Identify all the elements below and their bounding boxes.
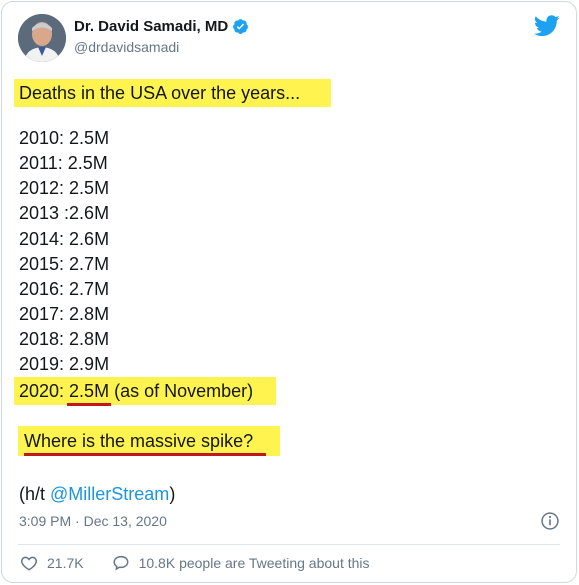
author-name[interactable]: Dr. David Samadi, MD [74, 18, 228, 35]
final-year-value: 2.5M [67, 381, 112, 406]
info-icon[interactable] [540, 511, 560, 531]
year-line-2011: 2011: 2.5M [19, 153, 108, 173]
verified-badge-icon [233, 19, 249, 34]
year-line-2016: 2016: 2.7M [19, 279, 110, 299]
avatar[interactable] [18, 14, 66, 62]
heart-icon [21, 556, 37, 571]
author-handle[interactable]: @drdavidsamadi [74, 39, 179, 55]
year-line-2015: 2015: 2.7M [19, 254, 110, 274]
tweet-question: Where is the massive spike? [24, 431, 254, 451]
credit-prefix: (h/t [19, 484, 51, 504]
year-line-2014: 2014: 2.6M [19, 229, 110, 249]
year-line-2020: 2020: 2.5M (as of November) [19, 380, 254, 406]
like-button[interactable]: 21.7K [20, 554, 84, 572]
conversation-link[interactable]: 10.8K people are Tweeting about this [112, 554, 370, 572]
final-year-prefix: 2020: [19, 381, 70, 401]
credit-suffix: ) [169, 484, 176, 504]
tweet-timestamp[interactable]: 3:09 PM · Dec 13, 2020 [19, 513, 167, 529]
divider [18, 544, 560, 545]
tweet-credit: (h/t @MillerStream) [19, 483, 175, 505]
conversation-text: 10.8K people are Tweeting about this [138, 555, 370, 571]
year-line-2012: 2012: 2.5M [19, 178, 110, 198]
final-year-suffix: (as of November) [109, 381, 254, 401]
question-underline [24, 453, 266, 456]
tweet-card: Dr. David Samadi, MD @drdavidsamadi Deat… [1, 1, 577, 583]
year-line-2010: 2010: 2.5M [19, 128, 110, 148]
year-line-2017: 2017: 2.8M [19, 304, 110, 324]
like-count: 21.7K [47, 555, 84, 571]
year-line-2013: 2013 :2.6M [19, 203, 110, 223]
year-line-2018: 2018: 2.8M [19, 329, 110, 349]
mention-link[interactable]: @MillerStream [50, 484, 169, 504]
speech-bubble-icon [113, 555, 129, 571]
tweet-heading: Deaths in the USA over the years... [19, 83, 301, 103]
year-line-2019: 2019: 2.9M [19, 354, 110, 374]
twitter-bird-icon[interactable] [534, 14, 560, 38]
